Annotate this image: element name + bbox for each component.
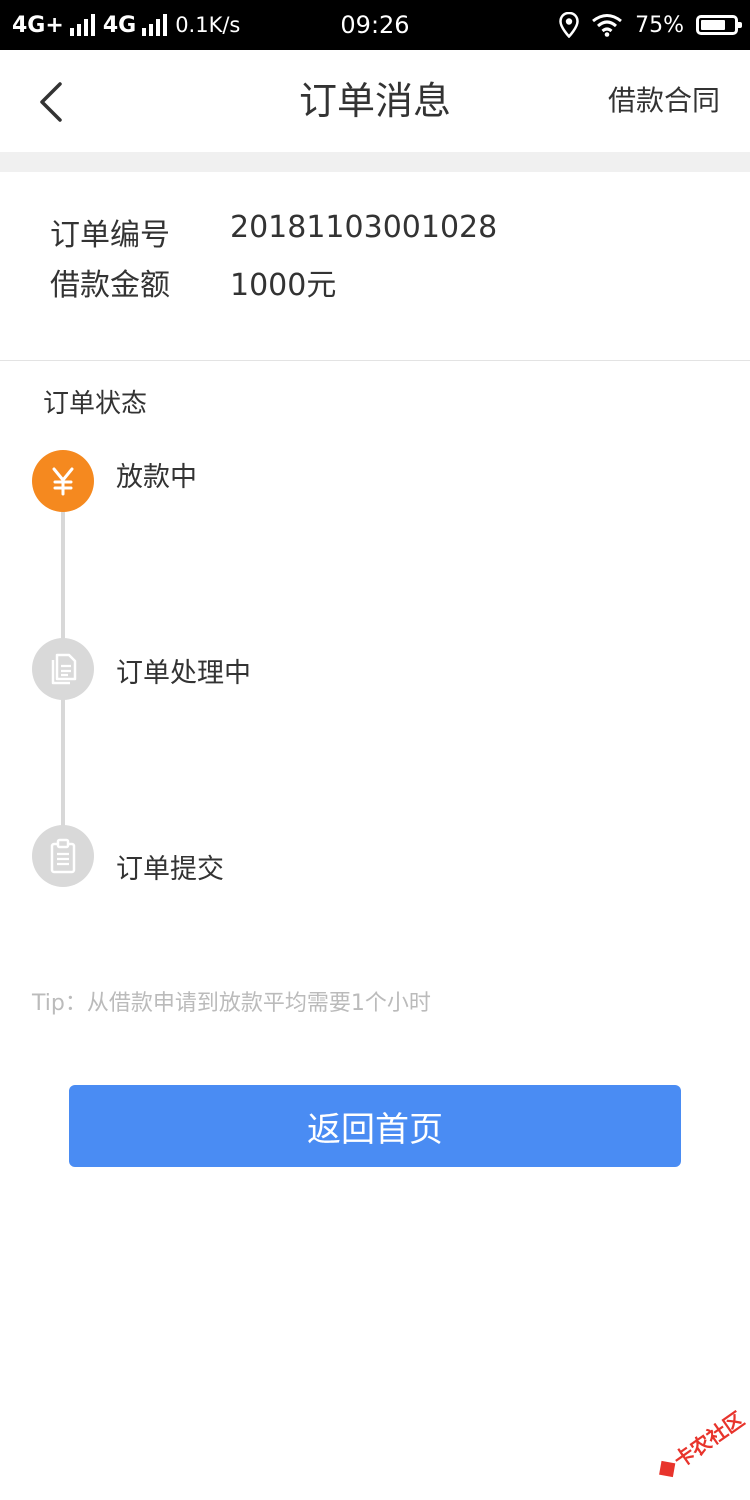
network-speed: 0.1K/s bbox=[175, 13, 241, 37]
step-lending: 放款中 bbox=[116, 462, 197, 493]
order-status-title: 订单状态 bbox=[43, 389, 148, 419]
loan-contract-link[interactable]: 借款合同 bbox=[608, 50, 720, 152]
network-1: 4G+ bbox=[12, 13, 95, 38]
section-divider bbox=[0, 152, 750, 172]
header: 订单消息 借款合同 bbox=[0, 50, 750, 153]
loan-amount-value: 1000元 bbox=[230, 268, 337, 303]
status-left: 4G+ 4G 0.1K/s bbox=[12, 0, 240, 50]
documents-icon bbox=[32, 638, 94, 700]
loan-amount-row: 借款金额 1000元 bbox=[50, 260, 336, 304]
svg-text:卡农社区: 卡农社区 bbox=[669, 1407, 748, 1473]
battery-percent: 75% bbox=[635, 12, 684, 38]
status-bar: 4G+ 4G 0.1K/s 09:26 75% bbox=[0, 0, 750, 50]
status-right: 75% bbox=[559, 0, 742, 50]
chevron-left-icon[interactable] bbox=[34, 80, 68, 124]
battery-fill bbox=[701, 20, 725, 30]
tip-text: Tip：从借款申请到放款平均需要1个小时 bbox=[32, 991, 431, 1016]
network-2: 4G bbox=[102, 12, 168, 38]
order-number-value: 20181103001028 bbox=[230, 210, 498, 245]
loan-amount-label: 借款金额 bbox=[50, 268, 170, 303]
order-number-label: 订单编号 bbox=[50, 218, 170, 253]
signal-icon bbox=[69, 14, 95, 36]
step-submitted: 订单提交 bbox=[116, 854, 224, 885]
step-processing: 订单处理中 bbox=[116, 658, 251, 689]
watermark-logo: 卡农社区 bbox=[659, 1407, 748, 1478]
order-info-section: 订单编号 20181103001028 借款金额 1000元 bbox=[0, 172, 750, 361]
battery-icon bbox=[696, 15, 742, 35]
return-home-button[interactable]: 返回首页 bbox=[69, 1085, 681, 1167]
yen-icon bbox=[32, 450, 94, 512]
network-1-label: 4G+ bbox=[12, 12, 64, 38]
network-2-label: 4G bbox=[102, 12, 137, 38]
order-number-row: 订单编号 20181103001028 bbox=[50, 210, 497, 254]
signal-icon bbox=[142, 14, 168, 36]
location-icon bbox=[559, 12, 579, 38]
wifi-icon bbox=[592, 14, 623, 37]
clipboard-icon bbox=[32, 825, 94, 887]
